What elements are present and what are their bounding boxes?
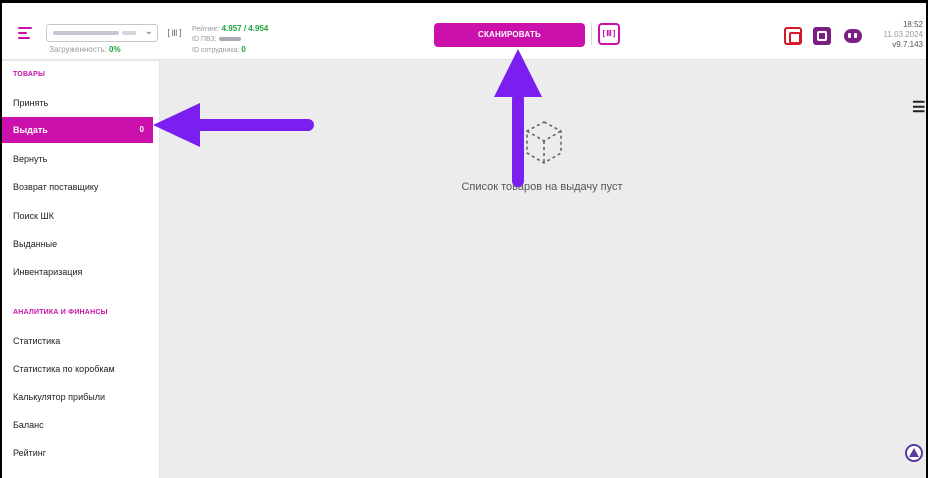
sidebar-item-label: Инвентаризация [13,267,83,277]
help-icon[interactable] [905,444,923,462]
sidebar-item-label: Принять [13,98,49,108]
hamburger-icon[interactable] [18,27,32,39]
survey-icon[interactable] [784,27,802,45]
sidebar-item-inventory[interactable]: Инвентаризация [2,259,159,285]
chevron-down-icon: ⌄ [144,26,153,37]
wallet-icon[interactable] [813,27,831,45]
sidebar-item-barcode-search[interactable]: Поиск ШК [2,203,159,229]
sidebar-item-issue[interactable]: Выдать 0 [2,117,153,143]
sidebar-item-profit-calculator[interactable]: Калькулятор прибыли [2,384,159,410]
scan-button[interactable]: СКАНИРОВАТЬ [434,23,585,47]
load-indicator: Загруженность: 0% [49,45,121,54]
sidebar-item-label: Баланс [13,420,44,430]
clock: 18:52 11.03.2024 v9.7.143 [884,20,923,50]
empty-state-text: Список товаров на выдачу пуст [461,181,623,193]
employee-id-value: 0 [241,45,246,54]
app-window: ⌄ Загруженность: 0% [Ⅲ] Рейтинг: 4.957 /… [2,3,926,478]
date: 11.03.2024 [883,30,923,39]
sidebar-item-return[interactable]: Вернуть [2,146,159,172]
section-title-finance: АНАЛИТИКА И ФИНАНСЫ [13,309,108,316]
sidebar-item-label: Статистика по коробкам [13,364,115,374]
section-title-goods: ТОВАРЫ [13,71,46,78]
load-label: Загруженность: [49,45,107,54]
chat-bot-icon[interactable] [844,29,862,43]
barcode-scan-icon[interactable]: [Ⅲ] [598,23,620,45]
issue-count-badge: 0 [139,125,144,134]
pvz-select[interactable]: ⌄ [46,24,158,42]
barcode-small-icon[interactable]: [Ⅲ] [166,27,183,41]
pvz-info: Рейтинг: 4.957 / 4.954 ID ПВЗ: ID сотруд… [192,24,268,56]
pvz-id-redacted [218,37,241,42]
sidebar-item-label: Поиск ШК [13,211,54,221]
sidebar-item-return-supplier[interactable]: Возврат поставщику [2,174,159,200]
sidebar-item-statistics[interactable]: Статистика [2,328,159,354]
pvz-id-label: ID ПВЗ: [192,36,217,43]
box-icon [526,121,562,164]
sidebar-item-balance[interactable]: Баланс [2,412,159,438]
rating-label: Рейтинг: [192,26,220,33]
sidebar-item-rating[interactable]: Рейтинг [2,440,159,466]
divider [591,23,592,45]
arrow-shaft-horizontal [188,119,314,131]
sidebar-item-label: Возврат поставщику [13,182,99,192]
sidebar-item-label: Выданные [13,239,58,249]
time: 18:52 [902,20,923,29]
app-version: v9.7.143 [892,40,923,49]
sidebar-item-label: Калькулятор прибыли [13,392,105,402]
pvz-name-redacted [53,31,119,35]
sidebar-item-box-statistics[interactable]: Статистика по коробкам [2,356,159,382]
arrow-shaft-vertical [512,93,524,187]
sidebar: ТОВАРЫ Принять Выдать 0 Вернуть Возврат … [2,61,160,478]
sidebar-item-label: Статистика [13,336,61,346]
arrow-head-left [153,103,200,147]
pvz-name-redacted-2 [122,31,136,35]
sidebar-item-accept[interactable]: Принять [2,90,159,116]
rating-value: 4.957 / 4.954 [221,24,269,33]
top-header: ⌄ Загруженность: 0% [Ⅲ] Рейтинг: 4.957 /… [2,3,926,60]
load-value: 0% [109,45,121,54]
sidebar-item-label: Вернуть [13,154,48,164]
filter-icon[interactable]: ☰ [912,98,925,116]
sidebar-item-label: Рейтинг [13,448,47,458]
employee-id-label: ID сотрудника: [192,47,240,54]
sidebar-item-label: Выдать [13,125,48,135]
sidebar-item-issued[interactable]: Выданные [2,231,159,257]
